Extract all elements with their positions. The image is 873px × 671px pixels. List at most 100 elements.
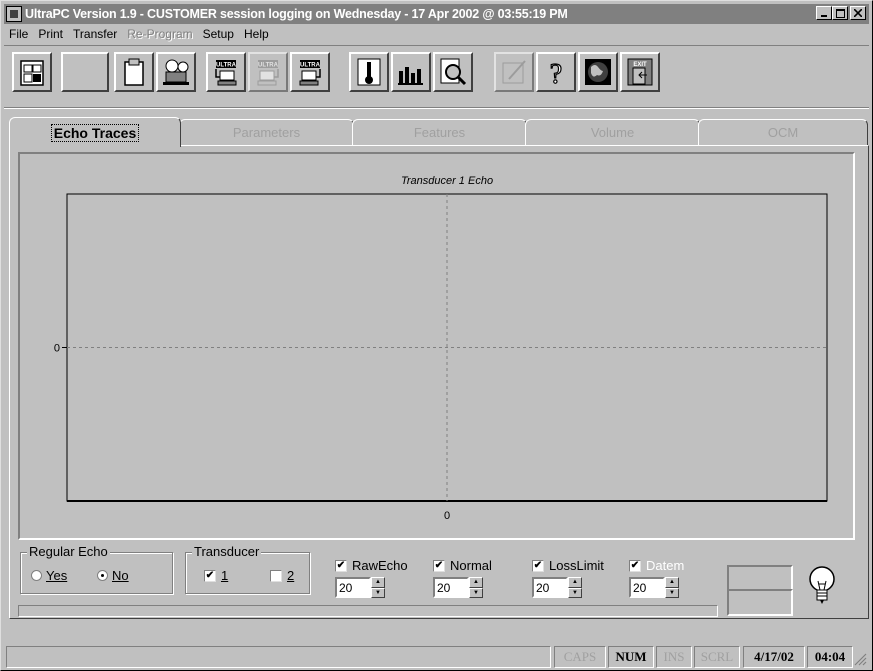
losslimit-value[interactable]: 20 xyxy=(532,577,568,598)
spin-up-icon[interactable]: ▲ xyxy=(568,577,582,588)
ultra-transfer-icon: ULTRA xyxy=(299,60,321,86)
ultra-upload-button[interactable]: ULTRA xyxy=(248,52,288,92)
status-ins: INS xyxy=(656,646,692,668)
tab-parameters[interactable]: Parameters xyxy=(179,119,354,145)
bar-graph-button[interactable] xyxy=(391,52,431,92)
status-date: 4/17/02 xyxy=(743,646,805,668)
exit-door-icon: EXIT xyxy=(627,58,653,86)
filing-cabinet-button[interactable] xyxy=(12,52,52,92)
ultra-badge-text: ULTRA xyxy=(216,63,237,69)
clipboard-icon xyxy=(124,58,144,86)
transducer-group: Transducer ✔ 1 2 xyxy=(185,544,310,594)
datem-checkbox[interactable]: ✔ Datem xyxy=(629,558,684,573)
checkbox-box: ✔ xyxy=(204,569,216,582)
menu-re-program[interactable]: Re-Program xyxy=(122,27,197,41)
bar-graph-icon xyxy=(398,67,423,85)
losslimit-spinner[interactable]: 20 ▲ ▼ xyxy=(532,577,582,598)
exit-button[interactable]: EXIT xyxy=(620,52,660,92)
ultra-transfer-button[interactable]: ULTRA xyxy=(290,52,330,92)
radio-no-label: No xyxy=(112,568,129,583)
spin-down-icon[interactable]: ▼ xyxy=(568,587,582,598)
menu-help[interactable]: Help xyxy=(239,27,274,41)
edit-pen-icon xyxy=(502,60,526,84)
tab-echo-traces-label: Echo Traces xyxy=(50,123,140,142)
normal-value[interactable]: 20 xyxy=(433,577,469,598)
title-bar[interactable]: UltraPC Version 1.9 - CUSTOMER session l… xyxy=(4,4,869,24)
globe-button[interactable] xyxy=(578,52,618,92)
menu-setup[interactable]: Setup xyxy=(198,27,239,41)
transducer-2-checkbox[interactable]: 2 xyxy=(270,568,294,583)
transducer-1-checkbox[interactable]: ✔ 1 xyxy=(204,568,228,583)
losslimit-label: LossLimit xyxy=(549,558,604,573)
radio-dot xyxy=(31,570,42,581)
menu-transfer[interactable]: Transfer xyxy=(68,27,122,41)
indicator-box-top xyxy=(727,565,793,592)
projector-button[interactable] xyxy=(156,52,196,92)
toolbar: ULTRA ULTRA ULTRA ? EXIT xyxy=(4,45,869,105)
tab-ocm[interactable]: OCM xyxy=(698,119,868,145)
spin-up-icon[interactable]: ▲ xyxy=(371,577,385,588)
rawecho-label: RawEcho xyxy=(352,558,408,573)
regular-echo-no-radio[interactable]: No xyxy=(97,568,129,583)
normal-checkbox[interactable]: ✔ Normal xyxy=(433,558,492,573)
help-question-icon: ? xyxy=(549,58,563,87)
ultra-upload-icon: ULTRA xyxy=(257,60,279,86)
spin-down-icon[interactable]: ▼ xyxy=(371,587,385,598)
thermometer-icon xyxy=(357,58,381,86)
rawecho-spinner[interactable]: 20 ▲ ▼ xyxy=(335,577,385,598)
datem-spinner[interactable]: 20 ▲ ▼ xyxy=(629,577,679,598)
checkbox-box: ✔ xyxy=(335,559,347,572)
normal-spinner[interactable]: 20 ▲ ▼ xyxy=(433,577,483,598)
tab-volume[interactable]: Volume xyxy=(525,119,700,145)
x-tick-label: 0 xyxy=(444,510,450,522)
exit-label: EXIT xyxy=(633,62,647,68)
echo-chart-frame: Transducer 1 Echo 0 0 xyxy=(18,152,855,540)
spin-up-icon[interactable]: ▲ xyxy=(469,577,483,588)
close-button[interactable] xyxy=(850,6,866,20)
minimize-icon xyxy=(821,15,827,17)
tab-echo-traces[interactable]: Echo Traces xyxy=(9,117,181,147)
status-time: 04:04 xyxy=(807,646,853,668)
minimize-button[interactable] xyxy=(816,6,832,20)
app-icon[interactable] xyxy=(6,6,22,22)
menu-print[interactable]: Print xyxy=(33,27,68,41)
transducer-legend: Transducer xyxy=(192,544,262,559)
globe-icon xyxy=(585,59,611,85)
status-scrl: SCRL xyxy=(694,646,740,668)
help-button[interactable]: ? xyxy=(536,52,576,92)
ultra-download-button[interactable]: ULTRA xyxy=(206,52,246,92)
spin-down-icon[interactable]: ▼ xyxy=(665,587,679,598)
echo-chart: Transducer 1 Echo 0 0 xyxy=(54,175,828,522)
blank-button[interactable] xyxy=(61,52,109,92)
radio-yes-label: Yes xyxy=(46,568,68,583)
tab-features[interactable]: Features xyxy=(352,119,527,145)
lightbulb-icon[interactable] xyxy=(807,564,837,608)
losslimit-checkbox[interactable]: ✔ LossLimit xyxy=(532,558,604,573)
menu-file[interactable]: File xyxy=(4,27,33,41)
window-title: UltraPC Version 1.9 - CUSTOMER session l… xyxy=(25,7,568,21)
checkbox-box: ✔ xyxy=(433,559,445,572)
checkbox-box: ✔ xyxy=(629,559,641,572)
regular-echo-legend: Regular Echo xyxy=(27,544,110,559)
spin-up-icon[interactable]: ▲ xyxy=(665,577,679,588)
edit-pen-button[interactable] xyxy=(494,52,534,92)
menu-bar: File Print Transfer Re-Program Setup Hel… xyxy=(4,25,274,43)
spin-down-icon[interactable]: ▼ xyxy=(469,587,483,598)
close-icon xyxy=(854,9,862,17)
transducer-2-label: 2 xyxy=(287,568,295,583)
rawecho-checkbox[interactable]: ✔ RawEcho xyxy=(335,558,408,573)
svg-text:?: ? xyxy=(550,59,562,87)
magnifier-doc-button[interactable] xyxy=(433,52,473,92)
main-window: UltraPC Version 1.9 - CUSTOMER session l… xyxy=(0,0,873,671)
clipboard-button[interactable] xyxy=(114,52,154,92)
rawecho-value[interactable]: 20 xyxy=(335,577,371,598)
datem-value[interactable]: 20 xyxy=(629,577,665,598)
ultra-download-icon: ULTRA xyxy=(215,60,237,86)
resize-grip-icon[interactable] xyxy=(853,652,867,666)
normal-label: Normal xyxy=(450,558,492,573)
checkbox-box: ✔ xyxy=(532,559,544,572)
maximize-button[interactable] xyxy=(832,6,848,20)
filing-cabinet-icon xyxy=(20,60,44,86)
regular-echo-yes-radio[interactable]: Yes xyxy=(31,568,67,583)
thermometer-button[interactable] xyxy=(349,52,389,92)
